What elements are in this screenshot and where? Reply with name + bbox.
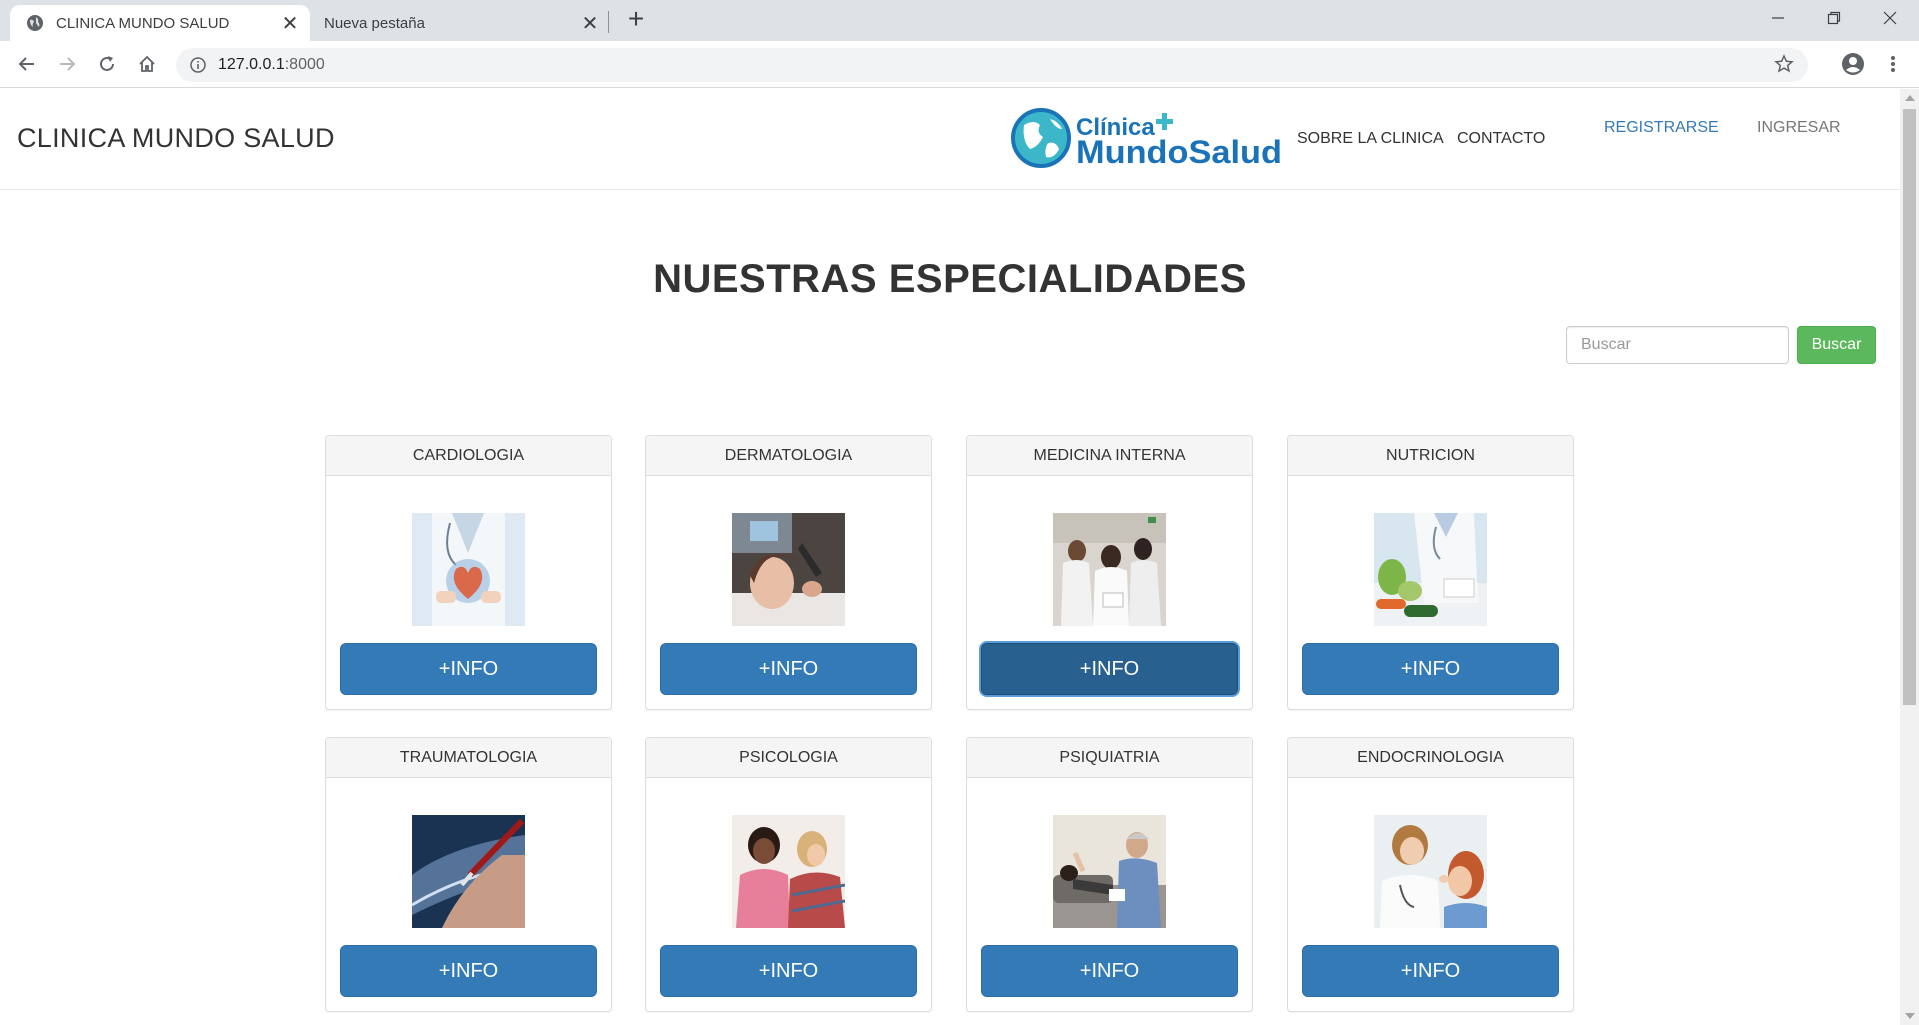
card-title: CARDIOLOGIA	[326, 436, 611, 476]
nav-link-contacto[interactable]: CONTACTO	[1457, 130, 1545, 148]
scrollbar-thumb[interactable]	[1903, 109, 1916, 705]
tab-separator	[608, 11, 609, 33]
minimize-icon[interactable]	[1750, 0, 1806, 36]
info-button[interactable]: +INFO	[981, 945, 1238, 997]
home-icon[interactable]	[132, 49, 162, 79]
specialty-card-dermatologia: DERMATOLOGIA +INFO	[645, 435, 932, 710]
specialty-card-nutricion: NUTRICION +INFO	[1287, 435, 1574, 710]
traumatology-image	[412, 815, 525, 928]
site-navbar: CLINICA MUNDO SALUD Clínica MundoSalud S…	[0, 89, 1900, 190]
search-input[interactable]	[1566, 326, 1789, 364]
globe-icon	[27, 15, 43, 31]
endocrinology-image	[1374, 815, 1487, 928]
browser-chrome: CLINICA MUNDO SALUD ✕ Nueva pestaña ✕ +	[0, 0, 1919, 88]
page-title: NUESTRAS ESPECIALIDADES	[653, 257, 1247, 301]
info-button[interactable]: +INFO	[1302, 643, 1559, 695]
cardiology-image	[412, 513, 525, 626]
menu-kebab-icon[interactable]	[1878, 49, 1908, 79]
page-scrollbar[interactable]	[1900, 89, 1919, 1025]
tab-title: CLINICA MUNDO SALUD	[56, 14, 230, 32]
info-button[interactable]: +INFO	[1302, 945, 1559, 997]
restore-icon[interactable]	[1806, 0, 1862, 36]
card-title: NUTRICION	[1288, 436, 1573, 476]
card-title: DERMATOLOGIA	[646, 436, 931, 476]
specialty-card-endocrinologia: ENDOCRINOLOGIA +INFO	[1287, 737, 1574, 1012]
card-title: MEDICINA INTERNA	[967, 436, 1252, 476]
clinica-mundo-salud-logo: Clínica MundoSalud	[1011, 108, 1282, 169]
info-button[interactable]: +INFO	[340, 643, 597, 695]
dermatology-image	[732, 513, 845, 626]
web-page: CLINICA MUNDO SALUD Clínica MundoSalud S…	[0, 89, 1900, 1025]
logo-text-line2: MundoSalud	[1076, 134, 1282, 169]
nutrition-image	[1374, 513, 1487, 626]
tab-nueva[interactable]: Nueva pestaña ✕	[310, 5, 610, 41]
specialty-card-traumatologia: TRAUMATOLOGIA +INFO	[325, 737, 612, 1012]
reload-icon[interactable]	[92, 49, 122, 79]
card-title: PSICOLOGIA	[646, 738, 931, 778]
scroll-down-icon[interactable]	[1905, 1013, 1915, 1019]
tab-clinica[interactable]: CLINICA MUNDO SALUD ✕	[10, 5, 310, 41]
nav-link-ingresar[interactable]: INGRESAR	[1757, 119, 1841, 137]
browser-toolbar: 127.0.0.1:8000	[0, 41, 1919, 88]
back-icon[interactable]	[12, 49, 42, 79]
address-bar[interactable]: 127.0.0.1:8000	[176, 48, 1808, 82]
specialty-card-psicologia: PSICOLOGIA +INFO	[645, 737, 932, 1012]
info-icon[interactable]	[190, 57, 206, 73]
profile-icon[interactable]	[1838, 49, 1868, 79]
nav-link-registrarse[interactable]: REGISTRARSE	[1604, 119, 1719, 137]
specialty-card-medicina-interna: MEDICINA INTERNA +INFO	[966, 435, 1253, 710]
internal-medicine-image	[1053, 513, 1166, 626]
new-tab-icon[interactable]: +	[622, 5, 650, 34]
card-title: ENDOCRINOLOGIA	[1288, 738, 1573, 778]
bookmark-star-icon[interactable]	[1774, 54, 1794, 74]
info-button[interactable]: +INFO	[340, 945, 597, 997]
info-button[interactable]: +INFO	[660, 945, 917, 997]
nav-link-sobre-la-clinica[interactable]: SOBRE LA CLINICA	[1297, 130, 1444, 148]
scroll-up-icon[interactable]	[1905, 95, 1915, 101]
url-text: 127.0.0.1:8000	[218, 56, 325, 73]
card-title: TRAUMATOLOGIA	[326, 738, 611, 778]
psychiatry-image	[1053, 815, 1166, 928]
info-button[interactable]: +INFO	[981, 643, 1238, 695]
psychology-image	[732, 815, 845, 928]
close-icon[interactable]: ✕	[576, 9, 604, 37]
specialty-card-psiquiatria: PSIQUIATRIA +INFO	[966, 737, 1253, 1012]
close-window-icon[interactable]	[1862, 0, 1918, 36]
tab-strip: CLINICA MUNDO SALUD ✕ Nueva pestaña ✕ +	[0, 0, 1919, 41]
card-title: PSIQUIATRIA	[967, 738, 1252, 778]
forward-icon[interactable]	[52, 49, 82, 79]
site-brand[interactable]: CLINICA MUNDO SALUD	[17, 123, 335, 154]
info-button[interactable]: +INFO	[660, 643, 917, 695]
search-button[interactable]: Buscar	[1797, 326, 1876, 364]
tab-title: Nueva pestaña	[324, 14, 425, 32]
specialty-card-cardiologia: CARDIOLOGIA +INFO	[325, 435, 612, 710]
close-icon[interactable]: ✕	[276, 9, 304, 37]
